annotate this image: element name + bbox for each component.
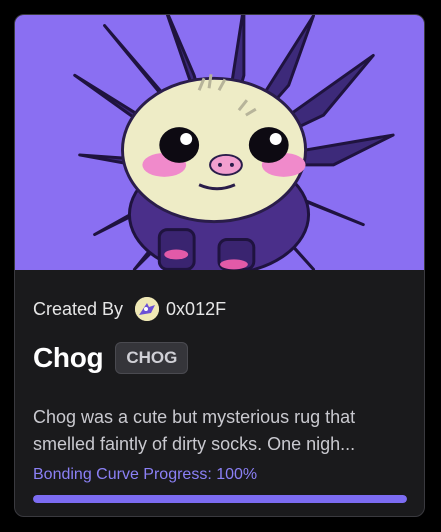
title-row: Chog CHOG [33, 342, 189, 374]
progress-fill [33, 495, 407, 503]
creator-row: Created By 0x012F [33, 297, 226, 321]
description-line-2: smelled faintly of dirty socks. One nigh… [33, 434, 356, 454]
progress-label: Bonding Curve Progress: 100% [33, 466, 258, 483]
description-line-1: Chog was a cute but mysterious rug that [33, 407, 356, 427]
token-card[interactable]: Created By 0x012F Chog CHOG Chog was a c… [14, 14, 425, 517]
token-image [15, 15, 424, 270]
token-name: Chog [33, 342, 104, 373]
token-description: Chog was a cute but mysterious rug that … [33, 404, 409, 458]
chog-mascot-image [15, 15, 424, 270]
creator-avatar-icon[interactable] [135, 297, 160, 321]
progress-bar [33, 495, 407, 503]
ticker-badge: CHOG [115, 342, 189, 374]
created-by-label: Created By [33, 298, 124, 319]
creator-address-link[interactable]: 0x012F [166, 299, 226, 320]
